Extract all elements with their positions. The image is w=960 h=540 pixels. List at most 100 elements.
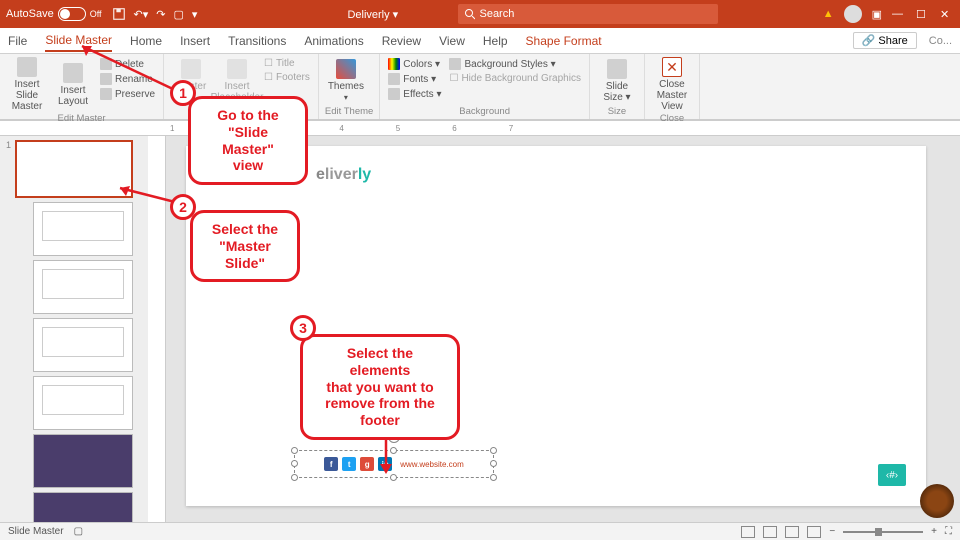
zoom-out-button[interactable]: − (829, 526, 835, 537)
resize-handle[interactable] (490, 460, 497, 467)
comments-button[interactable]: Co... (929, 35, 952, 47)
ribbon-options-icon[interactable]: ▣ (872, 8, 882, 21)
close-master-view-button[interactable]: ✕Close Master View (651, 57, 693, 112)
tab-insert[interactable]: Insert (180, 34, 210, 48)
size-icon (607, 59, 627, 79)
label: Fonts ▾ (403, 74, 436, 85)
maximize-button[interactable]: ☐ (916, 8, 930, 21)
undo-icon[interactable]: ↶▾ (134, 8, 149, 21)
logo-part: e (316, 166, 325, 183)
layout-thumb[interactable] (33, 376, 133, 430)
label: Slide Size ▾ (603, 81, 630, 103)
share-button[interactable]: 🔗 Share (853, 32, 917, 49)
group-label: Edit Theme (325, 106, 373, 117)
tab-transitions[interactable]: Transitions (228, 34, 286, 48)
slide-logo: eliverly (316, 166, 371, 184)
slide-master-icon (17, 57, 37, 77)
close-button[interactable]: ✕ (940, 8, 954, 21)
layout-thumb[interactable] (33, 492, 133, 522)
layout-thumb[interactable] (33, 318, 133, 372)
label: Colors ▾ (403, 59, 440, 70)
slide-size-button[interactable]: Slide Size ▾ (596, 57, 638, 105)
tab-review[interactable]: Review (382, 34, 421, 48)
zoom-in-button[interactable]: + (931, 526, 937, 537)
slideshow-icon[interactable]: ▢ (174, 8, 184, 21)
sorter-view-button[interactable] (763, 526, 777, 538)
document-title[interactable]: Deliverly ▾ (347, 8, 398, 21)
redo-icon[interactable]: ↷ (156, 8, 165, 21)
toggle-switch[interactable] (58, 7, 86, 21)
hide-bg-checkbox[interactable]: ☐ Hide Background Graphics (447, 72, 582, 85)
minimize-button[interactable]: — (892, 8, 906, 20)
slide-number-badge: ‹#› (878, 464, 906, 486)
qat-dropdown-icon[interactable]: ▾ (192, 8, 198, 21)
group-label: Edit Master (6, 113, 157, 124)
save-icon[interactable] (112, 7, 126, 21)
resize-handle[interactable] (291, 474, 298, 481)
label: Close Master View (651, 79, 693, 112)
label: Themes (328, 81, 364, 92)
twitter-icon: t (342, 457, 356, 471)
bg-styles-icon (449, 58, 461, 70)
resize-handle[interactable] (490, 447, 497, 454)
themes-button[interactable]: Themes▾ (325, 57, 367, 105)
placeholder-icon (227, 59, 247, 79)
callout-3: Select the elements that you want to rem… (300, 334, 460, 440)
resize-handle[interactable] (291, 460, 298, 467)
search-input[interactable] (479, 8, 712, 20)
resize-handle[interactable] (490, 474, 497, 481)
slideshow-view-button[interactable] (807, 526, 821, 538)
bg-styles-button[interactable]: Background Styles ▾ (447, 57, 582, 71)
accessibility-icon[interactable]: ▢ (74, 526, 83, 537)
footers-checkbox[interactable]: ☐ Footers (262, 71, 312, 84)
colors-button[interactable]: Colors ▾ (386, 57, 443, 71)
themes-icon (336, 59, 356, 79)
tab-shape-format[interactable]: Shape Format (526, 34, 602, 48)
autosave-toggle[interactable]: AutoSave Off (6, 7, 102, 21)
share-label: Share (878, 35, 907, 47)
step-3-badge: 3 (290, 315, 316, 341)
label: Insert Slide Master (6, 79, 48, 112)
slide-number: 1 (6, 140, 12, 150)
group-label: Background (386, 106, 583, 117)
label: Effects ▾ (403, 89, 441, 100)
step-1-badge: 1 (170, 80, 196, 106)
group-size: Slide Size ▾ Size (590, 54, 645, 119)
normal-view-button[interactable] (741, 526, 755, 538)
zoom-slider[interactable] (843, 531, 923, 533)
facebook-icon: f (324, 457, 338, 471)
label: Hide Background Graphics (461, 73, 581, 84)
tab-help[interactable]: Help (483, 34, 508, 48)
close-icon: ✕ (662, 57, 682, 77)
resize-handle[interactable] (291, 447, 298, 454)
effects-icon (388, 88, 400, 100)
tab-file[interactable]: File (8, 34, 27, 48)
reading-view-button[interactable] (785, 526, 799, 538)
step-2-badge: 2 (170, 194, 196, 220)
account-icon[interactable] (844, 5, 862, 23)
fit-button[interactable]: ⛶ (945, 526, 952, 537)
fonts-icon (388, 73, 400, 85)
insert-slide-master-button[interactable]: Insert Slide Master (6, 57, 48, 112)
colors-icon (388, 58, 400, 70)
group-label: Size (596, 106, 638, 117)
title-checkbox[interactable]: ☐ Title (262, 57, 312, 70)
layout-thumb[interactable] (33, 202, 133, 256)
group-close: ✕Close Master View Close (645, 54, 700, 119)
layout-thumb[interactable] (33, 434, 133, 488)
tab-view[interactable]: View (439, 34, 465, 48)
autosave-label: AutoSave (6, 8, 54, 20)
effects-button[interactable]: Effects ▾ (386, 87, 443, 101)
search-box[interactable] (458, 4, 718, 24)
status-bar: Slide Master ▢ − + ⛶ (0, 522, 960, 540)
title-bar: AutoSave Off ↶▾ ↷ ▢ ▾ Deliverly ▾ ▲ ▣ — … (0, 0, 960, 28)
canvas-area: eliverly f t g in www.website.com ‹#› (148, 136, 960, 522)
watermark-logo (920, 484, 954, 518)
tab-animations[interactable]: Animations (304, 34, 363, 48)
fonts-button[interactable]: Fonts ▾ (386, 72, 443, 86)
warning-icon[interactable]: ▲ (823, 8, 834, 20)
layout-thumb[interactable] (33, 260, 133, 314)
slide-canvas[interactable]: eliverly f t g in www.website.com ‹#› (166, 136, 960, 522)
logo-part: liver (325, 166, 358, 183)
google-plus-icon: g (360, 457, 374, 471)
